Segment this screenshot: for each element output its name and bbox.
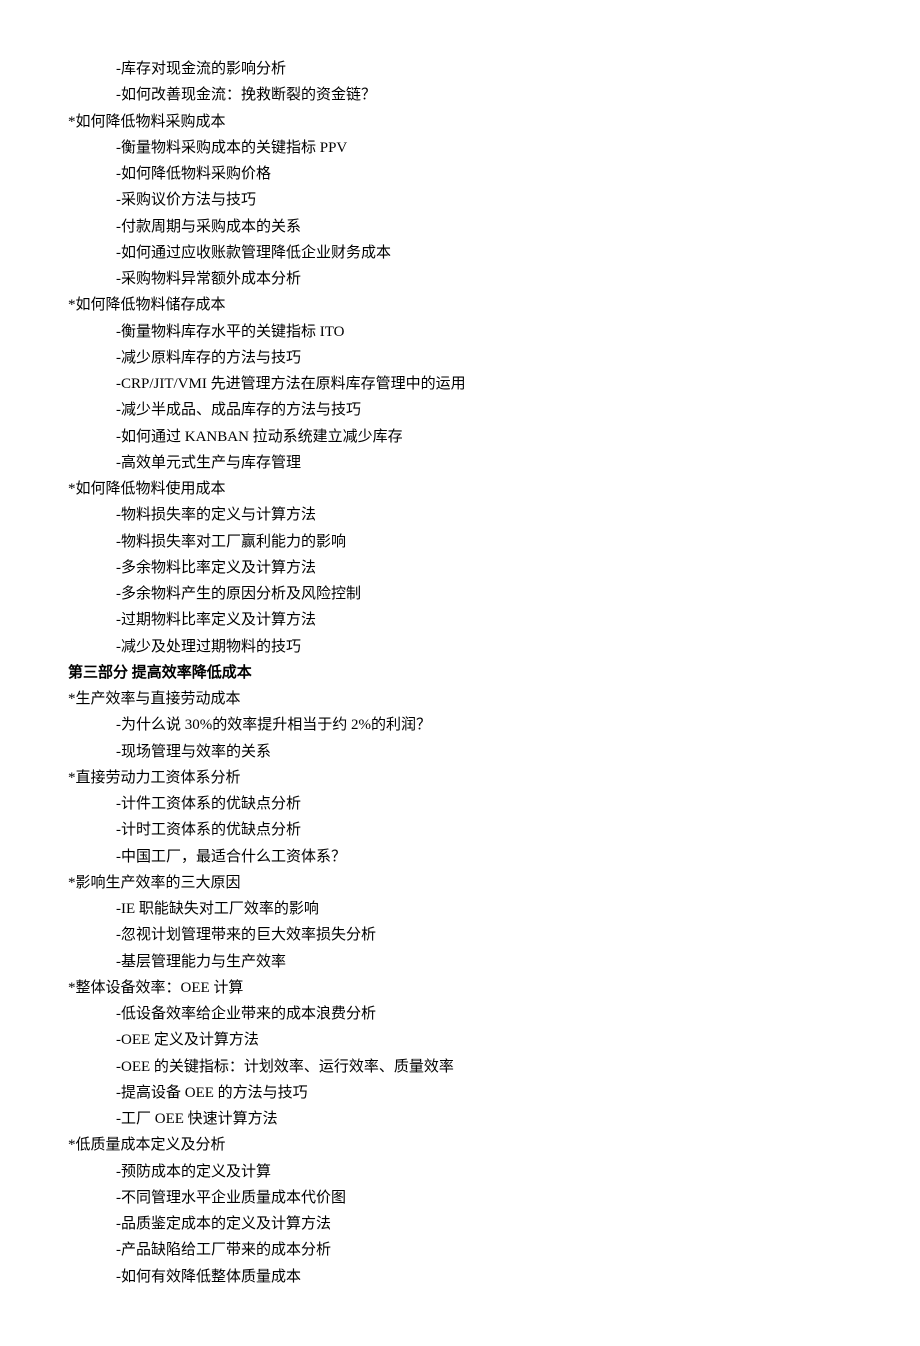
topic-line: *如何降低物料使用成本: [68, 476, 852, 502]
sub-line: -减少原料库存的方法与技巧: [68, 345, 852, 371]
sub-line: -如何改善现金流：挽救断裂的资金链？: [68, 82, 852, 108]
sub-line: -如何通过应收账款管理降低企业财务成本: [68, 240, 852, 266]
sub-line: -OEE 定义及计算方法: [68, 1027, 852, 1053]
sub-line: -物料损失率的定义与计算方法: [68, 502, 852, 528]
sub-line: -采购物料异常额外成本分析: [68, 266, 852, 292]
topic-line: *生产效率与直接劳动成本: [68, 686, 852, 712]
sub-line: -如何通过 KANBAN 拉动系统建立减少库存: [68, 424, 852, 450]
sub-line: -产品缺陷给工厂带来的成本分析: [68, 1237, 852, 1263]
section-heading: 第三部分 提高效率降低成本: [68, 660, 852, 686]
sub-line: -为什么说 30%的效率提升相当于约 2%的利润？: [68, 712, 852, 738]
sub-line: -如何有效降低整体质量成本: [68, 1264, 852, 1290]
sub-line: -衡量物料库存水平的关键指标 ITO: [68, 319, 852, 345]
sub-line: -IE 职能缺失对工厂效率的影响: [68, 896, 852, 922]
sub-line: -计件工资体系的优缺点分析: [68, 791, 852, 817]
sub-line: -计时工资体系的优缺点分析: [68, 817, 852, 843]
sub-line: -多余物料产生的原因分析及风险控制: [68, 581, 852, 607]
sub-line: -减少半成品、成品库存的方法与技巧: [68, 397, 852, 423]
topic-line: *整体设备效率：OEE 计算: [68, 975, 852, 1001]
sub-line: -基层管理能力与生产效率: [68, 949, 852, 975]
sub-line: -中国工厂，最适合什么工资体系？: [68, 844, 852, 870]
topic-line: *直接劳动力工资体系分析: [68, 765, 852, 791]
topic-line: *如何降低物料储存成本: [68, 292, 852, 318]
topic-line: *影响生产效率的三大原因: [68, 870, 852, 896]
topic-line: *如何降低物料采购成本: [68, 109, 852, 135]
sub-line: -多余物料比率定义及计算方法: [68, 555, 852, 581]
sub-line: -采购议价方法与技巧: [68, 187, 852, 213]
sub-line: -OEE 的关键指标：计划效率、运行效率、质量效率: [68, 1054, 852, 1080]
sub-line: -衡量物料采购成本的关键指标 PPV: [68, 135, 852, 161]
sub-line: -现场管理与效率的关系: [68, 739, 852, 765]
sub-line: -不同管理水平企业质量成本代价图: [68, 1185, 852, 1211]
sub-line: -品质鉴定成本的定义及计算方法: [68, 1211, 852, 1237]
sub-line: -预防成本的定义及计算: [68, 1159, 852, 1185]
sub-line: -高效单元式生产与库存管理: [68, 450, 852, 476]
sub-line: -忽视计划管理带来的巨大效率损失分析: [68, 922, 852, 948]
sub-line: -物料损失率对工厂赢利能力的影响: [68, 529, 852, 555]
sub-line: -付款周期与采购成本的关系: [68, 214, 852, 240]
sub-line: -如何降低物料采购价格: [68, 161, 852, 187]
sub-line: -库存对现金流的影响分析: [68, 56, 852, 82]
document-body: -库存对现金流的影响分析-如何改善现金流：挽救断裂的资金链？*如何降低物料采购成…: [68, 56, 852, 1290]
sub-line: -减少及处理过期物料的技巧: [68, 634, 852, 660]
sub-line: -CRP/JIT/VMI 先进管理方法在原料库存管理中的运用: [68, 371, 852, 397]
sub-line: -过期物料比率定义及计算方法: [68, 607, 852, 633]
sub-line: -低设备效率给企业带来的成本浪费分析: [68, 1001, 852, 1027]
topic-line: *低质量成本定义及分析: [68, 1132, 852, 1158]
sub-line: -提高设备 OEE 的方法与技巧: [68, 1080, 852, 1106]
sub-line: -工厂 OEE 快速计算方法: [68, 1106, 852, 1132]
